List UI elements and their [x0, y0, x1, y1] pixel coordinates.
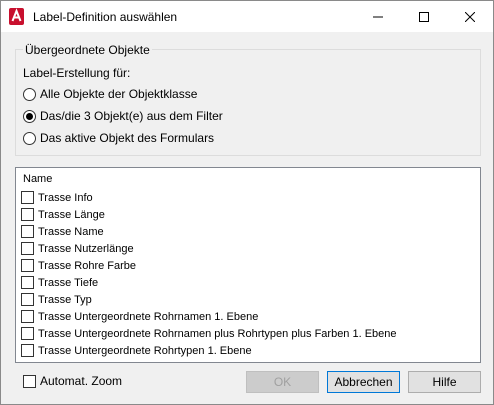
cancel-button-label: Abbrechen	[334, 375, 393, 389]
help-button-label: Hilfe	[432, 375, 457, 389]
radio-button[interactable]	[23, 87, 36, 101]
item-label: Trasse Länge	[38, 208, 105, 221]
item-checkbox[interactable]	[21, 242, 34, 255]
dialog-window: Label-Definition auswählen Übergeordnete…	[0, 0, 494, 405]
item-checkbox[interactable]	[21, 293, 34, 306]
group-legend: Übergeordnete Objekte	[23, 43, 152, 57]
item-checkbox[interactable]	[21, 344, 34, 357]
item-checkbox[interactable]	[21, 225, 34, 238]
close-icon	[465, 11, 475, 22]
item-checkbox[interactable]	[21, 327, 34, 340]
radio-button-selected[interactable]	[23, 109, 36, 123]
list-item[interactable]: Trasse Länge	[21, 207, 105, 222]
list-item[interactable]: Trasse Untergeordnete Rohrnamen plus Roh…	[21, 326, 397, 341]
list-item[interactable]: Trasse Untergeordnete Rohrnamen 1. Ebene	[21, 309, 258, 324]
cancel-button[interactable]: Abbrechen	[327, 371, 400, 393]
radio-button[interactable]	[23, 131, 36, 145]
radio-label: Das/die 3 Objekt(e) aus dem Filter	[40, 109, 223, 123]
autocad-a-icon	[9, 8, 24, 25]
item-checkbox[interactable]	[21, 276, 34, 289]
item-checkbox[interactable]	[21, 208, 34, 221]
ok-button[interactable]: OK	[246, 371, 319, 393]
list-column-header: Name	[23, 173, 53, 185]
list-item[interactable]: Trasse Rohre Farbe	[21, 258, 136, 273]
item-label: Trasse Typ	[38, 293, 92, 306]
list-item[interactable]: Trasse Info	[21, 190, 93, 205]
label-creation-prompt: Label-Erstellung für:	[23, 66, 131, 80]
maximize-button[interactable]	[401, 1, 447, 32]
radio-active-object[interactable]: Das aktive Objekt des Formulars	[23, 130, 214, 146]
item-label: Trasse Untergeordnete Rohrtypen 1. Ebene	[38, 344, 252, 357]
item-label: Trasse Rohre Farbe	[38, 259, 137, 272]
list-item[interactable]: Trasse Typ	[21, 292, 92, 307]
window-title: Label-Definition auswählen	[33, 10, 178, 24]
item-checkbox[interactable]	[21, 191, 34, 204]
minimize-button[interactable]	[355, 1, 401, 32]
title-bar: Label-Definition auswählen	[1, 1, 493, 32]
item-label: Trasse Untergeordnete Rohrnamen plus Roh…	[38, 327, 397, 340]
auto-zoom-checkbox[interactable]	[23, 374, 36, 388]
help-button[interactable]: Hilfe	[408, 371, 481, 393]
list-item[interactable]: Trasse Untergeordnete Rohrtypen 1. Ebene	[21, 343, 252, 358]
radio-label: Das aktive Objekt des Formulars	[40, 131, 215, 145]
ok-button-label: OK	[273, 375, 292, 389]
radio-label: Alle Objekte der Objektklasse	[40, 87, 198, 101]
item-checkbox[interactable]	[21, 310, 34, 323]
item-label: Trasse Info	[38, 191, 93, 204]
list-item[interactable]: Trasse Tiefe	[21, 275, 98, 290]
item-checkbox[interactable]	[21, 259, 34, 272]
item-label: Trasse Name	[38, 225, 104, 238]
radio-all-objects[interactable]: Alle Objekte der Objektklasse	[23, 86, 197, 102]
radio-filter-objects[interactable]: Das/die 3 Objekt(e) aus dem Filter	[23, 108, 223, 124]
list-item[interactable]: Trasse Nutzerlänge	[21, 241, 134, 256]
item-label: Trasse Nutzerlänge	[38, 242, 134, 255]
auto-zoom-label: Automat. Zoom	[40, 374, 123, 388]
auto-zoom-option[interactable]: Automat. Zoom	[23, 374, 122, 388]
label-definition-list[interactable]: Name Trasse Info Trasse Länge Trasse Nam…	[15, 167, 481, 363]
item-label: Trasse Tiefe	[38, 276, 99, 289]
close-button[interactable]	[447, 1, 493, 32]
list-item[interactable]: Trasse Name	[21, 224, 104, 239]
minimize-icon	[373, 16, 383, 17]
maximize-icon	[419, 11, 429, 22]
item-label: Trasse Untergeordnete Rohrnamen 1. Ebene	[38, 310, 259, 323]
